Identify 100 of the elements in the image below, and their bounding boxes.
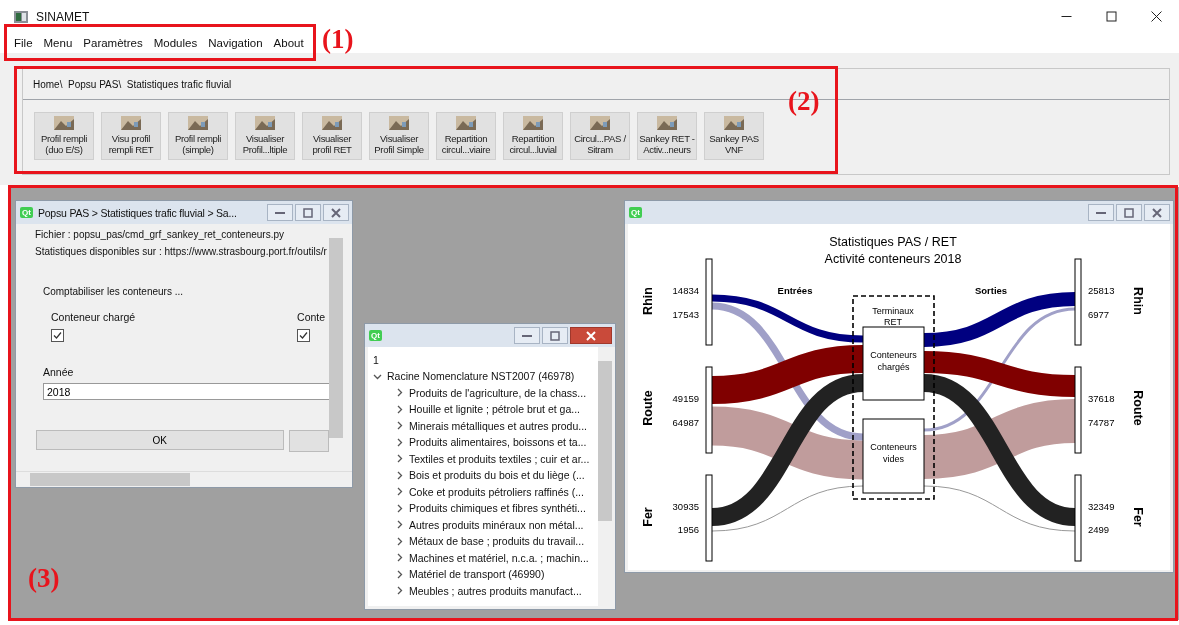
menu-item[interactable]: File [13,37,34,49]
flow-value: 49159 [672,393,699,404]
image-icon [389,116,409,130]
tree-item[interactable]: Meubles ; autres produits manufact... [409,584,582,597]
tree-item[interactable]: Minerais métalliques et autres produ... [409,419,587,432]
chevron-icon[interactable] [395,586,404,596]
terminal-label: RET [884,317,902,327]
ok-button[interactable]: OK [36,430,284,450]
chevron-icon[interactable] [395,520,404,530]
checkbox-label: Conteneur chargé [51,311,136,323]
maximize-icon [550,330,560,341]
field-label: Année [43,366,75,378]
minimize-icon [275,211,285,214]
tree-item[interactable]: Métaux de base ; produits du travail... [409,535,585,548]
chevron-icon[interactable] [395,388,404,398]
menu-item[interactable]: About [272,37,305,49]
app-logo: Qt [369,330,382,341]
flow-value: 74787 [1088,417,1115,428]
minimize-button[interactable] [1088,204,1114,221]
source-text: Statistiques disponibles sur : https://www.strasbourg.port.fr/outils/r [35,245,328,259]
tree-item[interactable]: Produits chimiques et fibres synthéti... [409,502,586,515]
file-path-text: Fichier : popsu_pas/cmd_grf_sankey_ret_conteneurs.py [35,228,286,242]
chevron-icon[interactable] [395,503,404,513]
flow-value: 17543 [672,309,699,320]
checkbox[interactable] [297,329,311,342]
flow-value: 30935 [672,501,699,512]
flow-value: 64987 [672,417,699,428]
chevron-icon[interactable] [395,421,404,431]
app-logo: Qt [20,207,33,218]
flow-value: 2499 [1088,524,1110,535]
toolbar-button[interactable]: Sankey PAS VNF [704,112,764,160]
annotation-label: (3) [28,563,60,594]
flow-value: 25813 [1088,285,1115,296]
chart-subtitle: Activité conteneurs 2018 [824,252,962,266]
node-label: Conteneurs [870,442,917,452]
image-icon [590,116,610,130]
chevron-icon[interactable] [395,454,404,464]
flow-value: 32349 [1088,501,1115,512]
node-name: Fer [1131,507,1145,527]
node-label: chargés [877,362,910,372]
toolbar-button[interactable]: Repartition circul...viaire [436,112,496,160]
close-icon [331,207,341,218]
tree-header: 1 [373,354,379,366]
toolbar-button[interactable]: Visu profil rempli RET [101,112,161,160]
tree-item[interactable]: Autres produits minéraux non métal... [409,518,584,531]
window-title: SINAMET [36,9,91,24]
checkbox[interactable] [51,329,64,342]
close-button[interactable] [1144,204,1170,221]
checkbox-label: Conte [297,311,326,323]
menu-item[interactable]: Navigation [207,37,264,49]
menu-item[interactable]: Menu [42,37,74,49]
toolbar-button[interactable]: Visualiser profil RET [302,112,362,160]
tree-item[interactable]: Bois et produits du bois et du liège (... [409,469,585,482]
minimize-button[interactable] [514,327,540,344]
maximize-button[interactable] [1116,204,1142,221]
chart-title: Statistiques PAS / RET [829,235,957,249]
vertical-scrollbar[interactable] [598,347,612,606]
toolbar-button[interactable]: Visualiser Profil...ltiple [235,112,295,160]
horizontal-scrollbar[interactable] [16,471,352,487]
app-icon [14,10,28,23]
menu-item[interactable]: Paramètres [82,37,144,49]
tree-item[interactable]: Coke et produits pétroliers raffinés (... [409,485,584,498]
close-button[interactable] [323,204,349,221]
chevron-icon[interactable] [395,487,404,497]
minimize-icon [522,334,532,337]
tree-item[interactable]: Produits de l'agriculture, de la chass... [409,386,587,399]
minimize-button[interactable] [267,204,293,221]
flow-value: 6977 [1088,309,1110,320]
maximize-button[interactable] [542,327,568,344]
chevron-icon[interactable] [395,569,404,579]
close-button[interactable] [570,327,612,344]
node-name: Fer [641,507,655,527]
tree-item[interactable]: Matériel de transport (46990) [409,568,545,581]
image-icon [54,116,74,130]
toolbar-button[interactable]: Repartition circul...luvial [503,112,563,160]
tree-item[interactable]: Machines et matériel, n.c.a. ; machin... [409,551,589,564]
maximize-button[interactable] [295,204,321,221]
tree-item[interactable]: Produits alimentaires, boissons et ta... [409,436,587,449]
toolbar-button[interactable]: Sankey RET - Activ...neurs [637,112,697,160]
toolbar-button[interactable]: Circul...PAS / Sitram [570,112,630,160]
chevron-icon[interactable] [395,404,404,414]
tree-item[interactable]: Textiles et produits textiles ; cuir et ar... [409,452,590,465]
toolbar-button[interactable]: Profil rempli (simple) [168,112,228,160]
outputs-header: Sorties [974,285,1008,296]
chevron-icon[interactable] [395,536,404,546]
toolbar-button[interactable]: Profil rempli (duo E/S) [34,112,94,160]
year-field[interactable]: 2018 [43,383,329,400]
image-icon [121,116,141,130]
chevron-icon[interactable] [395,437,404,447]
annotation-label: (1) [322,24,354,55]
chevron-icon[interactable] [395,470,404,480]
tree-item[interactable]: Houille et lignite ; pétrole brut et ga... [409,403,580,416]
section-label: Comptabiliser les conteneurs ... [43,286,185,297]
menu-item[interactable]: Modules [152,37,199,49]
chevron-icon[interactable] [395,553,404,563]
toolbar-button[interactable]: Visualiser Profil Simple [369,112,429,160]
node-name: Route [1131,390,1145,426]
image-icon [523,116,543,130]
image-icon [322,116,342,130]
tree-item[interactable]: Racine Nomenclature NST2007 (46978) [387,370,575,383]
